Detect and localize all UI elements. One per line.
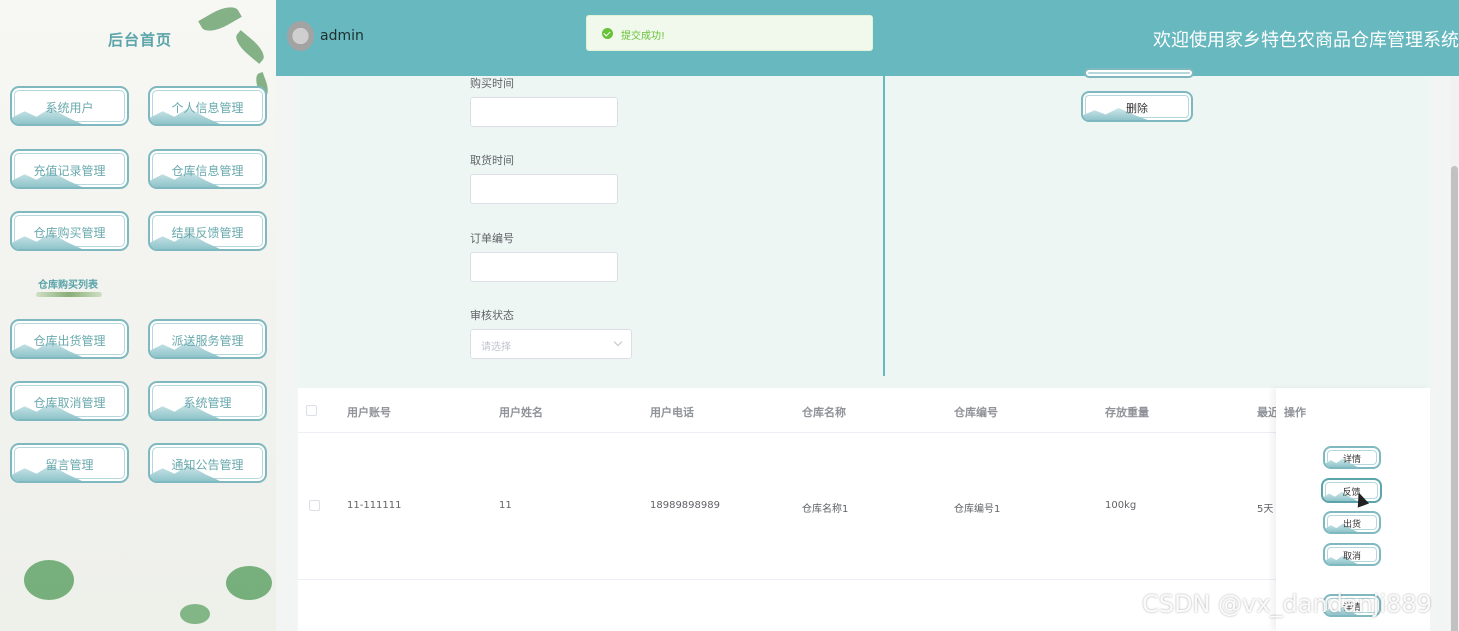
- pickup-time-input[interactable]: [470, 174, 618, 204]
- delete-button-label: 删除: [1126, 102, 1148, 115]
- feedback-button-label: 反馈: [1342, 488, 1361, 498]
- purchase-time-label: 购买时间: [470, 77, 514, 90]
- chevron-down-icon: [613, 337, 623, 347]
- sidebar-item-label: 派送服务管理: [171, 334, 244, 348]
- sidebar-item-label: 仓库信息管理: [171, 164, 244, 178]
- col-warehouse-number[interactable]: 仓库编号: [954, 404, 998, 420]
- page-scrollbar[interactable]: [1450, 76, 1459, 631]
- feedback-button[interactable]: 反馈: [1321, 478, 1382, 503]
- table-row: 11-111111 11 18989898989 仓库名称1 仓库编号1 100…: [298, 433, 1430, 580]
- scrollbar-thumb[interactable]: [1451, 166, 1458, 631]
- row-checkbox[interactable]: [309, 500, 320, 511]
- cell-warehouse-number: 仓库编号1: [954, 504, 1001, 515]
- sidebar-item-notices[interactable]: 通知公告管理: [148, 443, 267, 483]
- search-form: 购买时间 取货时间 订单编号 审核状态 请选择 删除: [298, 68, 1430, 388]
- cell-user-phone: 18989898989: [650, 500, 720, 511]
- welcome-title: 欢迎使用家乡特色农商品仓库管理系统: [1153, 30, 1459, 51]
- col-user-name[interactable]: 用户姓名: [499, 404, 543, 420]
- sidebar-item-label: 系统用户: [45, 101, 94, 115]
- sidebar-item-label: 充值记录管理: [33, 164, 106, 178]
- sidebar-item-label: 结果反馈管理: [171, 226, 244, 240]
- cell-warehouse-name: 仓库名称1: [802, 504, 849, 515]
- sidebar-item-label: 系统管理: [183, 396, 232, 410]
- sidebar-item-warehouse-cancel[interactable]: 仓库取消管理: [10, 381, 129, 421]
- audit-status-label: 审核状态: [470, 309, 514, 322]
- success-check-icon: [602, 28, 613, 39]
- sidebar: 后台首页 系统用户 个人信息管理 充值记录管理 仓库信息管理 仓库购买管理 结果…: [0, 0, 276, 631]
- sidebar-item-warehouse-purchase[interactable]: 仓库购买管理: [10, 211, 129, 251]
- main-content: 购买时间 取货时间 订单编号 审核状态 请选择 删除 用户账号 用户姓名 用户电…: [276, 68, 1459, 631]
- pickup-time-label: 取货时间: [470, 154, 514, 167]
- leaf-decoration: [180, 604, 210, 624]
- sidebar-item-delivery-service[interactable]: 派送服务管理: [148, 319, 267, 359]
- cancel-button-label: 取消: [1342, 552, 1361, 562]
- select-placeholder: 请选择: [481, 342, 511, 353]
- sidebar-item-feedback[interactable]: 结果反馈管理: [148, 211, 267, 251]
- ship-button-label: 出货: [1342, 520, 1361, 530]
- sidebar-item-system-management[interactable]: 系统管理: [148, 381, 267, 421]
- col-storage-weight[interactable]: 存放重量: [1105, 404, 1149, 420]
- sidebar-title[interactable]: 后台首页: [108, 29, 172, 50]
- col-operations: 操作: [1284, 406, 1306, 419]
- form-divider: [883, 76, 885, 376]
- cancel-button[interactable]: 取消: [1323, 543, 1381, 566]
- sidebar-section-label[interactable]: 仓库购买列表: [38, 276, 98, 291]
- sidebar-item-recharge-records[interactable]: 充值记录管理: [10, 149, 129, 189]
- cell-storage-weight: 100kg: [1105, 500, 1137, 511]
- toast-message: 提交成功!: [621, 31, 666, 42]
- sidebar-item-system-users[interactable]: 系统用户: [10, 86, 129, 126]
- cell-user-account: 11-111111: [347, 500, 402, 511]
- table-header: 用户账号 用户姓名 用户电话 仓库名称 仓库编号 存放重量 最近: [298, 388, 1430, 433]
- sidebar-item-label: 仓库出货管理: [33, 334, 106, 348]
- sidebar-item-label: 留言管理: [45, 458, 94, 472]
- sidebar-item-personal-info[interactable]: 个人信息管理: [148, 86, 267, 126]
- col-user-phone[interactable]: 用户电话: [650, 404, 694, 420]
- delete-button[interactable]: 删除: [1081, 91, 1193, 122]
- sidebar-item-label: 仓库购买管理: [33, 226, 106, 240]
- sidebar-item-messages[interactable]: 留言管理: [10, 443, 129, 483]
- leaf-decoration: [231, 30, 269, 64]
- action-button-partial[interactable]: [1084, 68, 1194, 78]
- username: admin: [320, 28, 364, 44]
- ship-button[interactable]: 出货: [1323, 511, 1381, 534]
- order-number-input[interactable]: [470, 252, 618, 282]
- cell-user-name: 11: [499, 500, 512, 511]
- leaf-decoration: [24, 560, 74, 600]
- details-button[interactable]: 详情: [1323, 446, 1381, 469]
- order-number-label: 订单编号: [470, 232, 514, 245]
- sidebar-item-warehouse-shipping[interactable]: 仓库出货管理: [10, 319, 129, 359]
- purchase-time-input[interactable]: [470, 97, 618, 127]
- section-underline: [36, 292, 102, 297]
- watermark: CSDN @vx_dandanji889: [1142, 590, 1432, 618]
- cell-recent: 5天: [1257, 504, 1274, 515]
- col-user-account[interactable]: 用户账号: [347, 404, 391, 420]
- sidebar-item-label: 个人信息管理: [171, 101, 244, 115]
- success-toast: 提交成功!: [586, 15, 873, 51]
- sidebar-item-warehouse-info[interactable]: 仓库信息管理: [148, 149, 267, 189]
- select-all-checkbox[interactable]: [306, 405, 317, 416]
- leaf-decoration: [198, 1, 242, 37]
- col-warehouse-name[interactable]: 仓库名称: [802, 404, 846, 420]
- sidebar-item-label: 仓库取消管理: [33, 396, 106, 410]
- details-button-label: 详情: [1342, 455, 1361, 465]
- sidebar-item-label: 通知公告管理: [171, 458, 244, 472]
- leaf-decoration: [226, 566, 272, 600]
- avatar[interactable]: [287, 21, 314, 51]
- audit-status-select[interactable]: 请选择: [470, 329, 632, 359]
